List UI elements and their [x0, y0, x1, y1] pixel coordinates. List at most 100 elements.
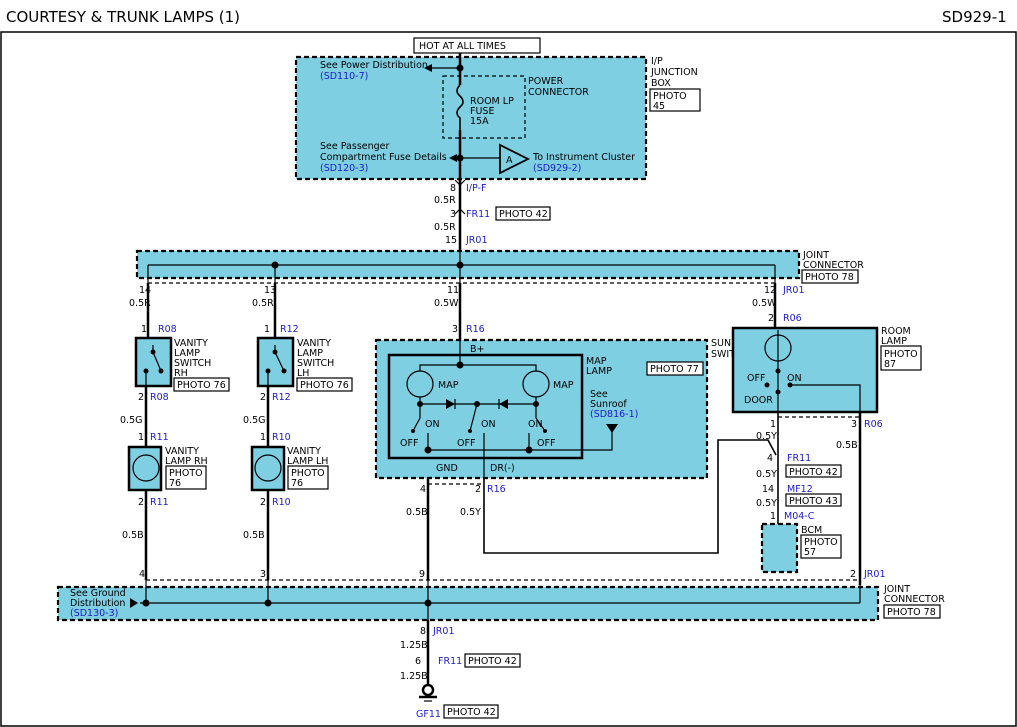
connector-id: R16	[487, 484, 506, 495]
gnd-label: GND	[436, 463, 458, 474]
sunroof-switch: B+ 3 R16 SUNROOF SWITCH PHOTO 77 MAP LAM…	[374, 283, 777, 580]
wire-spec: 0.5Y	[756, 498, 777, 509]
to-instrument-cluster: To Instrument Cluster	[532, 152, 635, 163]
wire-spec: 0.5B	[406, 507, 428, 518]
pin-number: 14	[762, 484, 774, 495]
wire-spec: 0.5R	[434, 195, 456, 206]
wire-spec: 0.5Y	[756, 431, 777, 442]
door-label: DOOR	[744, 395, 773, 406]
ip-junction-box: HOT AT ALL TIMES See Power Distribution …	[294, 37, 701, 182]
pin-number: 11	[447, 285, 459, 296]
connector-id: R16	[466, 324, 485, 335]
map-label: MAP	[438, 380, 459, 391]
photo-ref: 87	[884, 359, 896, 370]
sd816-link[interactable]: (SD816-1)	[590, 409, 638, 420]
wire-spec: 0.5R	[252, 298, 274, 309]
see-passenger-label: Compartment Fuse Details	[320, 152, 447, 163]
pin-number: 2	[768, 313, 774, 324]
pin-number: 8	[450, 183, 456, 194]
pin-number: 14	[139, 285, 151, 296]
component-label: LAMP LH	[287, 456, 328, 467]
photo-ref: PHOTO 76	[177, 380, 226, 391]
photo-ref: PHOTO 43	[789, 496, 838, 507]
connector-id: R10	[272, 432, 291, 443]
connector-id: R12	[280, 324, 299, 335]
see-power-distribution: See Power Distribution	[320, 60, 428, 71]
wire-spec: 0.5B	[243, 530, 265, 541]
diagram-title: COURTESY & TRUNK LAMPS (1)	[6, 8, 240, 26]
room-lamp-circuit: OFF ON DOOR 2 R06 ROOM LAMP PHOTO 87 1 3…	[731, 283, 922, 585]
joint-connector-label: CONNECTOR	[803, 260, 864, 271]
off-label: OFF	[457, 438, 475, 449]
photo-ref: 45	[653, 101, 665, 112]
connector-id: FR11	[438, 656, 462, 667]
pin-number: 9	[419, 569, 425, 580]
wire-spec: 0.5W	[752, 298, 777, 309]
photo-ref: PHOTO 77	[650, 364, 699, 375]
ground-icon	[421, 683, 435, 697]
pin-number: 2	[138, 392, 144, 403]
ipjb-name: I/P	[651, 56, 663, 67]
pin-number: 2	[260, 497, 266, 508]
on-label: ON	[425, 419, 440, 430]
component-label: RH	[174, 368, 188, 379]
hot-at-all-times: HOT AT ALL TIMES	[419, 41, 506, 52]
photo-ref: PHOTO 76	[300, 380, 349, 391]
sd929-link[interactable]: (SD929-2)	[533, 163, 581, 174]
wire-spec: 0.5G	[243, 415, 265, 426]
photo-ref: PHOTO 42	[499, 209, 548, 220]
wire-spec: 0.5G	[120, 415, 142, 426]
on-label: ON	[787, 373, 802, 384]
wire-spec: 0.5W	[434, 298, 459, 309]
photo-ref: PHOTO 78	[805, 272, 854, 283]
connector-id: M04-C	[784, 511, 815, 522]
pin-number: 1	[141, 324, 147, 335]
connector-id: R12	[272, 392, 291, 403]
vanity-lh-circuit: 1 R12 VANITY LAMP SWITCH LH PHOTO 76 2 R…	[243, 283, 353, 580]
pin-number: 1	[260, 432, 266, 443]
dr-label: DR(-)	[490, 463, 515, 474]
pin-number: 3	[851, 419, 857, 430]
photo-ref: 76	[169, 478, 181, 489]
connector-id: FR11	[466, 209, 490, 220]
off-label: OFF	[537, 438, 555, 449]
vanity-rh-circuit: 1 R08 VANITY LAMP SWITCH RH PHOTO 76 2 R…	[120, 283, 230, 580]
connector-id: R06	[783, 313, 802, 324]
pin-number: 2	[475, 484, 481, 495]
component-label: BCM	[801, 525, 822, 536]
pin-number: 2	[850, 569, 856, 580]
on-label: ON	[481, 419, 496, 430]
sd130-link[interactable]: (SD130-3)	[70, 608, 118, 619]
pin-number: 4	[139, 569, 145, 580]
vanity-lamp-lh	[250, 445, 286, 492]
wire-spec: 0.5B	[122, 530, 144, 541]
wire-spec: 1.25B	[400, 671, 428, 682]
pin-number: 8	[420, 626, 426, 637]
pin-number: 4	[420, 484, 426, 495]
feed-wire: 8 I/P-F 0.5R 3 FR11 PHOTO 42 0.5R 15 JR0…	[434, 179, 551, 252]
joint-connector-label: CONNECTOR	[884, 594, 945, 605]
photo-ref: PHOTO 42	[468, 656, 517, 667]
wire-spec: 0.5Y	[460, 507, 481, 518]
pin-number: 15	[445, 235, 457, 246]
map-label: MAP	[553, 380, 574, 391]
joint-connector-bottom: 4 3 9 2 JR01 See Ground Distribution (SD…	[56, 569, 945, 622]
sd110-link[interactable]: (SD110-7)	[320, 71, 368, 82]
connector-id: JR01	[465, 235, 488, 246]
photo-ref: PHOTO 42	[447, 707, 496, 718]
wire-spec: 0.5Y	[756, 469, 777, 480]
connector-id: JR01	[432, 626, 455, 637]
on-label: ON	[528, 419, 543, 430]
component-label: LAMP	[586, 366, 612, 377]
connector-a-label: A	[506, 155, 513, 166]
off-label: OFF	[400, 438, 418, 449]
bcm-module[interactable]	[760, 522, 799, 574]
pin-number: 1	[770, 511, 776, 522]
photo-ref: 76	[291, 478, 303, 489]
sd120-link[interactable]: (SD120-3)	[320, 163, 368, 174]
power-connector-label: POWER	[528, 76, 564, 87]
component-label: LAMP RH	[165, 456, 208, 467]
off-label: OFF	[747, 373, 765, 384]
wiring-diagram: COURTESY & TRUNK LAMPS (1) SD929-1 HOT A…	[0, 8, 1017, 727]
joint-connector-top: JOINT CONNECTOR PHOTO 78 14 13 11 12 JR0…	[129, 249, 864, 309]
